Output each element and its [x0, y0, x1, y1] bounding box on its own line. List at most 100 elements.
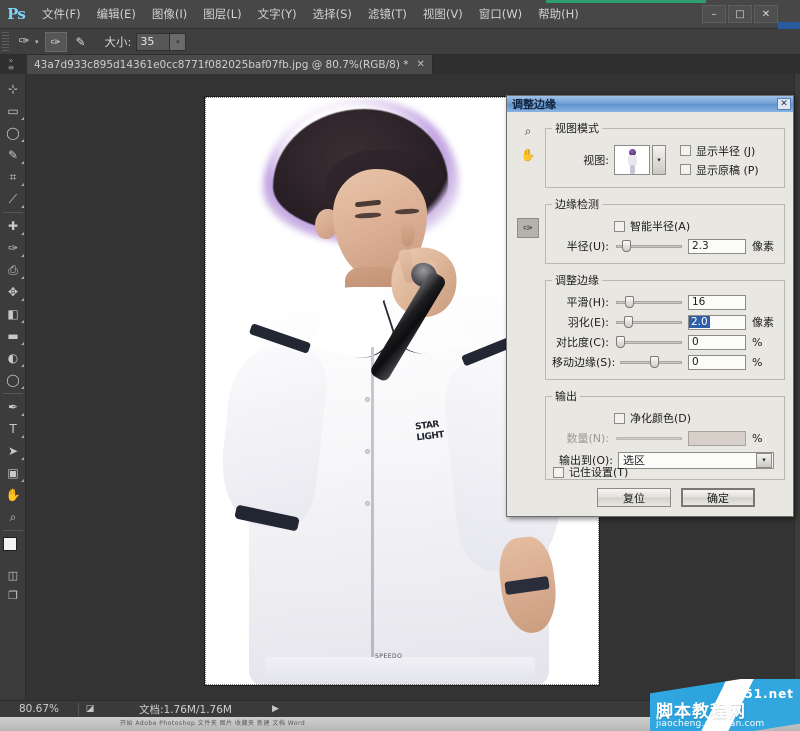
tool-move[interactable]: ⊹	[0, 78, 26, 100]
erase-refinements-tool-toggle[interactable]: ✎	[70, 32, 92, 52]
radius-row: 半径(U): 2.3 像素	[552, 236, 778, 256]
shift-edge-slider[interactable]	[620, 355, 682, 369]
show-original-checkbox[interactable]	[680, 164, 691, 175]
status-menu-arrow-icon[interactable]: ▶	[272, 704, 279, 714]
tool-path-selection[interactable]: ➤	[0, 440, 26, 462]
options-bar-grip[interactable]	[2, 31, 9, 52]
radius-input[interactable]: 2.3	[688, 238, 746, 254]
remember-settings-label: 记住设置(T)	[569, 466, 629, 479]
smooth-label: 平滑(H):	[566, 296, 609, 309]
screen-mode-toggle[interactable]: ❐	[0, 585, 26, 605]
contrast-row: 对比度(C): 0 %	[552, 332, 778, 352]
view-mode-thumbnail[interactable]	[614, 145, 650, 175]
document-info-icon[interactable]: ◪	[79, 704, 101, 714]
brush-size-chevron-down-icon[interactable]: ▾	[170, 32, 187, 51]
radius-slider[interactable]	[616, 239, 682, 253]
shift-edge-slider-thumb[interactable]	[649, 356, 659, 368]
feather-slider-thumb[interactable]	[623, 316, 633, 328]
tool-shape[interactable]: ▣	[0, 462, 26, 484]
right-panel-dock[interactable]	[794, 74, 800, 708]
zoom-level[interactable]: 80.67%	[0, 703, 78, 715]
tool-clone-stamp[interactable]: ⎙	[0, 259, 26, 281]
dialog-refine-radius-brush-icon[interactable]: ✑	[517, 218, 539, 238]
tool-eyedropper[interactable]: ⟋	[0, 188, 26, 210]
menu-edit[interactable]: 编辑(E)	[89, 2, 144, 26]
tool-lasso[interactable]: ◯	[0, 122, 26, 144]
smooth-row: 平滑(H): 16	[552, 292, 778, 312]
view-mode-legend: 视图模式	[555, 122, 599, 135]
tool-type[interactable]: T	[0, 418, 26, 440]
adjust-edge-group: 调整边缘 平滑(H): 16 羽化(E): 2.0 像素 对比度(C): 0 %…	[545, 272, 785, 380]
maximize-button[interactable]: □	[728, 5, 752, 23]
tool-pen[interactable]: ✒	[0, 396, 26, 418]
close-button[interactable]: ✕	[754, 5, 778, 23]
tool-marquee[interactable]: ▭	[0, 100, 26, 122]
toolbox-divider-3	[3, 530, 23, 531]
smart-radius-checkbox[interactable]	[614, 220, 625, 232]
contrast-label: 对比度(C):	[556, 336, 609, 349]
menu-select[interactable]: 选择(S)	[305, 2, 360, 26]
dialog-title-bar[interactable]: 调整边缘 ✕	[507, 96, 793, 112]
document-tab[interactable]: 43a7d933c895d14361e0cc8771f082025baf07fb…	[27, 55, 433, 74]
show-radius-checkbox[interactable]	[680, 145, 691, 156]
reset-button[interactable]: 复位	[597, 488, 671, 507]
minimize-button[interactable]: –	[702, 5, 726, 23]
menu-items: 文件(F) 编辑(E) 图像(I) 图层(L) 文字(Y) 选择(S) 滤镜(T…	[34, 2, 587, 26]
contrast-slider-thumb[interactable]	[616, 336, 625, 348]
tool-quick-selection[interactable]: ✎	[0, 144, 26, 166]
refine-radius-tool-toggle[interactable]: ✑	[44, 31, 67, 52]
shift-edge-input[interactable]: 0	[688, 354, 746, 370]
smart-radius-row: 智能半径(A)	[552, 216, 778, 236]
dialog-close-icon[interactable]: ✕	[777, 98, 791, 110]
smooth-slider-thumb[interactable]	[624, 296, 634, 308]
tool-history-brush[interactable]: ✥	[0, 281, 26, 303]
view-mode-chevron-down-icon[interactable]: ▾	[652, 145, 666, 175]
menu-type[interactable]: 文字(Y)	[250, 2, 305, 26]
radius-slider-thumb[interactable]	[621, 240, 631, 252]
smooth-input[interactable]: 16	[688, 294, 746, 310]
smart-radius-label: 智能半径(A)	[630, 220, 691, 233]
tool-healing-brush[interactable]: ✚	[0, 215, 26, 237]
tool-gradient[interactable]: ▬	[0, 325, 26, 347]
close-icon[interactable]: ✕	[417, 59, 425, 70]
foreground-color-swatch[interactable]	[3, 537, 17, 551]
dialog-zoom-tool-icon[interactable]: ⌕	[518, 122, 538, 140]
quick-mask-toggle[interactable]: ◫	[0, 565, 26, 585]
toolbox: ⊹ ▭ ◯ ✎ ⌗ ⟋ ✚ ✑ ⎙ ✥ ◧ ▬ ◐ ◯ ✒ T ➤ ▣ ✋ ⌕ …	[0, 74, 26, 708]
edge-detection-group: 边缘检测 智能半径(A) 半径(U): 2.3 像素	[545, 196, 785, 264]
brush-size-input[interactable]: 35	[136, 32, 171, 51]
tool-hand[interactable]: ✋	[0, 484, 26, 506]
contrast-slider[interactable]	[616, 335, 682, 349]
taskbar-items[interactable]: 开始 Adobe Photoshop 文件夹 图片 收藏夹 新建 文档 Word	[0, 717, 800, 731]
menu-help[interactable]: 帮助(H)	[530, 2, 587, 26]
menu-file[interactable]: 文件(F)	[34, 2, 89, 26]
contrast-input[interactable]: 0	[688, 334, 746, 350]
dialog-hand-tool-icon[interactable]: ✋	[518, 146, 538, 164]
tool-dodge[interactable]: ◯	[0, 369, 26, 391]
tool-crop[interactable]: ⌗	[0, 166, 26, 188]
menu-filter[interactable]: 滤镜(T)	[360, 2, 415, 26]
amount-label: 数量(N):	[566, 432, 609, 445]
tool-eraser[interactable]: ◧	[0, 303, 26, 325]
decontaminate-colors-checkbox[interactable]	[614, 412, 625, 424]
feather-input[interactable]: 2.0	[688, 314, 746, 330]
ok-button[interactable]: 确定	[681, 488, 755, 507]
decontaminate-row: 净化颜色(D)	[552, 408, 778, 428]
menu-window[interactable]: 窗口(W)	[471, 2, 530, 26]
menu-view[interactable]: 视图(V)	[415, 2, 471, 26]
document-size-info: 文档:1.76M/1.76M	[139, 703, 232, 716]
amount-row: 数量(N): %	[552, 428, 778, 448]
brush-preset-icon[interactable]: ✑	[13, 32, 35, 52]
panel-expand-icon[interactable]: » ≡	[2, 57, 20, 72]
show-original-label: 显示原稿 (P)	[696, 163, 759, 177]
tool-zoom[interactable]: ⌕	[0, 506, 26, 528]
chevron-down-icon[interactable]: ▾	[35, 38, 39, 46]
remember-settings-checkbox[interactable]	[553, 466, 564, 478]
color-swatches[interactable]	[0, 535, 26, 565]
tool-brush[interactable]: ✑	[0, 237, 26, 259]
menu-layer[interactable]: 图层(L)	[195, 2, 249, 26]
smooth-slider[interactable]	[616, 295, 682, 309]
feather-slider[interactable]	[616, 315, 682, 329]
menu-image[interactable]: 图像(I)	[144, 2, 195, 26]
tool-blur[interactable]: ◐	[0, 347, 26, 369]
